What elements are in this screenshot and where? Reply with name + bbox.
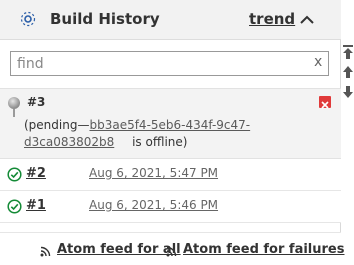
pending-prefix: (pending—: [24, 118, 90, 132]
atom-feed-all-link[interactable]: Atom feed for all: [57, 242, 181, 257]
feed-bar: Atom feed for all Atom feed for failures: [0, 232, 344, 265]
grey-ball-icon: [8, 97, 20, 109]
pending-reason-line-1: (pending—bb3ae5f4-5eb6-434f-9c47-: [24, 118, 250, 132]
scroll-up-icon[interactable]: [342, 64, 354, 80]
pending-build-number: #3: [27, 95, 46, 109]
build-date-link[interactable]: Aug 6, 2021, 5:46 PM: [89, 198, 218, 212]
scroll-top-icon[interactable]: [342, 44, 354, 60]
rss-icon: [166, 246, 177, 257]
clear-search-button[interactable]: x: [314, 54, 322, 70]
scroll-nav: [342, 44, 354, 104]
chevron-up-icon[interactable]: [298, 11, 316, 29]
agent-link-part-1[interactable]: bb3ae5f4-5eb6-434f-9c47-: [89, 118, 250, 132]
success-check-icon: [7, 199, 22, 214]
scroll-down-icon[interactable]: [342, 84, 354, 100]
ball-stick: [13, 109, 15, 117]
widget-header: Build History trend: [0, 0, 341, 40]
pending-suffix: is offline): [132, 135, 188, 149]
build-date-link[interactable]: Aug 6, 2021, 5:47 PM: [89, 166, 218, 180]
cancel-icon[interactable]: [319, 96, 331, 109]
trend-link[interactable]: trend: [249, 10, 295, 28]
widget-title: Build History: [50, 10, 160, 28]
build-row: #2 Aug 6, 2021, 5:47 PM: [0, 159, 341, 191]
build-number-link[interactable]: #2: [26, 166, 46, 181]
agent-link-part-2[interactable]: d3ca083802b8: [24, 135, 114, 149]
gear-icon: [20, 11, 36, 27]
search-input[interactable]: [10, 51, 329, 76]
rss-icon: [40, 246, 51, 257]
build-number-link[interactable]: #1: [26, 198, 46, 213]
build-history-widget: Build History trend x #3 (pending—bb3ae5…: [0, 0, 344, 265]
success-check-icon: [7, 167, 22, 182]
build-row: #1 Aug 6, 2021, 5:46 PM: [0, 191, 341, 223]
atom-feed-failures-link[interactable]: Atom feed for failures: [183, 242, 344, 257]
pending-reason-line-2: d3ca083802b8 is offline): [24, 135, 187, 149]
